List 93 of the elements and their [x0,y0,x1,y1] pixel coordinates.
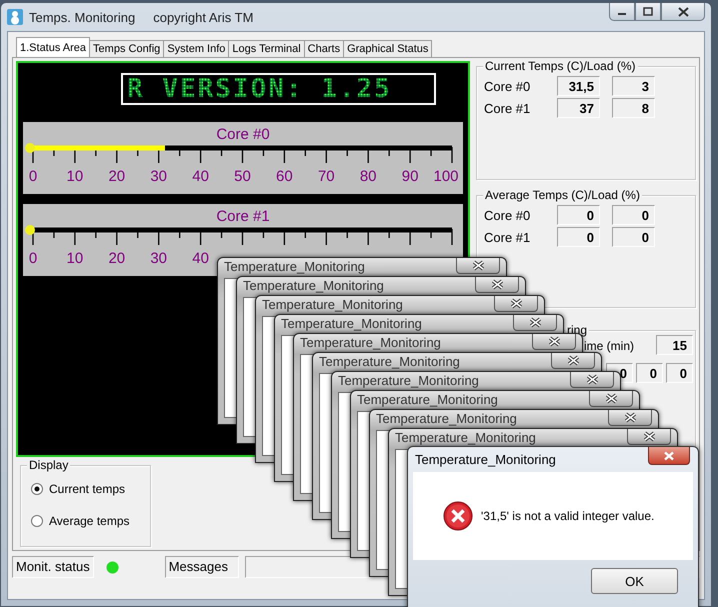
close-button[interactable] [456,258,500,274]
error-message: '31,5' is not a valid integer value. [481,509,654,523]
close-button[interactable] [570,372,614,388]
close-icon [678,6,688,16]
value-field: 0 [557,205,600,225]
close-icon [642,431,656,442]
scale-label: 70 [318,168,335,185]
close-button[interactable] [648,447,690,465]
group-title: Average Temps (C)/Load (%) [483,188,642,202]
messages-label: Messages [164,556,239,578]
gauge-title: Core #1 [216,207,270,225]
dialog-title: Temperature_Monitoring [395,430,536,445]
status-label: Monit. status [12,556,94,578]
scale-label: 0 [28,250,38,267]
value-field: 0 [666,363,693,383]
dialog-title: Temperature_Monitoring [243,278,384,293]
row-label: Core #0 [484,78,532,94]
window-title: Temps. Monitoring [29,10,136,24]
close-button[interactable] [608,410,652,426]
dialog-title: Temperature_Monitoring [338,373,479,388]
value-field: 15 [656,335,693,355]
scale-label: 20 [108,250,126,267]
dialog-title: Temperature_Monitoring [281,316,422,331]
error-icon [443,501,473,531]
close-icon [566,355,580,366]
group-title: Display [27,458,70,472]
close-button[interactable] [661,3,705,21]
value-field: 31,5 [557,76,600,96]
scale-label: 90 [402,168,418,185]
close-icon [586,374,598,385]
scale-label: 80 [360,168,377,185]
row-label: Core #0 [484,208,532,222]
close-button[interactable] [475,277,519,293]
minimize-button[interactable] [609,3,635,21]
tab[interactable]: System Info [163,40,230,57]
pointer-knob [25,143,35,153]
window-subtitle: copyright Aris TM [153,10,254,24]
radio-label: Average temps [49,514,130,528]
tab[interactable]: Charts [304,40,344,57]
field-label: ime (min) [584,340,634,353]
close-icon [624,412,636,423]
close-icon [490,279,504,290]
scale-label: 40 [192,250,209,267]
maximize-button[interactable] [635,3,661,21]
value-field: 0 [557,227,600,247]
dialog-title: Temperature_Monitoring [357,392,498,407]
scale-label: 20 [108,168,126,185]
value-field: 3 [612,76,655,96]
value-field: 0 [636,363,663,383]
radio-button[interactable] [31,515,43,527]
close-button[interactable] [627,429,671,445]
dialog-title: Temperature_Monitoring [415,452,556,467]
scale-label: 50 [234,168,251,185]
gauge-title: Core #0 [216,125,270,143]
close-icon [548,336,560,347]
scale-label: 60 [276,168,293,185]
dialog-title: Temperature_Monitoring [300,335,441,350]
tab[interactable]: Temps Config [89,40,164,57]
maximize-icon [643,7,653,16]
row-label: Core #1 [484,230,532,244]
app-icon [7,9,23,25]
dialog-title: Temperature_Monitoring [262,297,403,312]
scale-label: 30 [150,250,168,267]
close-icon [528,317,542,328]
scale-label: 0 [28,168,38,185]
scale-label: 100 [433,168,459,185]
tab[interactable]: Logs Terminal [228,40,305,57]
scale-label: 40 [192,168,209,185]
value-field: 0 [612,227,655,247]
scale-label: 10 [66,168,84,185]
close-icon [472,260,484,271]
value-field: 37 [557,98,600,118]
close-button[interactable] [513,315,557,331]
close-button[interactable] [589,391,633,407]
scale-label: 10 [66,250,84,267]
tab[interactable]: 1.Status Area [16,37,90,57]
close-icon [510,298,522,309]
radio-label: Current temps [49,482,126,496]
radio-button[interactable] [31,483,43,495]
dialog-title: Temperature_Monitoring [376,411,517,426]
close-button[interactable] [494,296,538,312]
scale-label: 30 [150,168,168,185]
close-icon [604,393,618,404]
dialog-title: Temperature_Monitoring [319,354,460,369]
dialog-title: Temperature_Monitoring [224,259,365,274]
row-label: Core #1 [484,100,532,116]
tab[interactable]: Graphical Status [343,40,432,57]
close-button[interactable] [551,353,595,369]
value-field: 8 [612,98,655,118]
value-field: 0 [612,205,655,225]
close-icon [663,450,675,460]
group-title: Current Temps (C)/Load (%) [483,59,638,73]
ok-button[interactable]: OK [591,568,678,594]
